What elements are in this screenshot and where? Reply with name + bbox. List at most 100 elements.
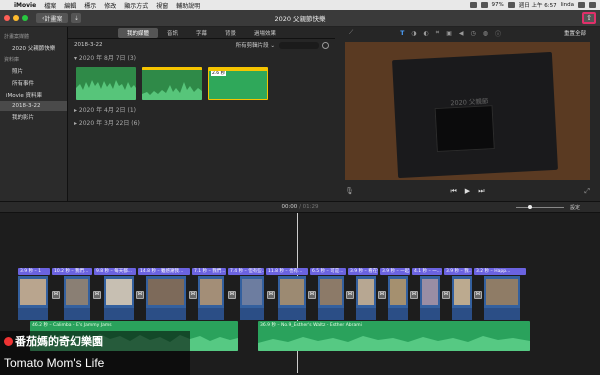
video-clip[interactable] (18, 276, 48, 320)
clock[interactable]: 週日 上午 6:57 (519, 1, 557, 9)
title-clip[interactable]: 3.9 秒 – 一起... (380, 268, 410, 275)
zoom-slider[interactable] (516, 205, 564, 209)
skip-back-icon[interactable]: ⏮ (450, 187, 456, 196)
tab-my-media[interactable]: 我的媒體 (117, 27, 158, 38)
audio-clip[interactable]: 36.9 秒 – No.9_Esther's Waltz - Esther Ab… (258, 321, 530, 351)
menu-modify[interactable]: 修改 (100, 1, 120, 10)
event-group-header[interactable]: ▸ 2020 年 4月 2日 (1) (68, 103, 335, 116)
event-group-header[interactable]: ▸ 2020 年 3月 22日 (6) (68, 116, 335, 129)
transition-icon[interactable]: ⋈ (378, 291, 386, 299)
menu-file[interactable]: 檔案 (40, 1, 60, 10)
title-clip[interactable]: 9.8 秒 – 每天都... (94, 268, 136, 275)
volume-icon[interactable]: ◀ (459, 30, 464, 37)
sidebar-item-my-movies[interactable]: 我的影片 (0, 111, 67, 123)
transition-icon[interactable]: ⋈ (442, 291, 450, 299)
video-clip[interactable] (356, 276, 376, 320)
video-clip[interactable] (240, 276, 264, 320)
clip-filter-select[interactable]: 所有剪輯片段 ⌄ (236, 41, 275, 49)
transition-icon[interactable]: ⋈ (346, 291, 354, 299)
stabilization-icon[interactable]: ▣ (446, 30, 452, 37)
share-icon[interactable]: ⇧ (582, 12, 596, 24)
tab-backgrounds[interactable]: 背景 (216, 28, 245, 38)
title-clip[interactable]: 3.9 秒 – 看在你... (348, 268, 378, 275)
transition-icon[interactable]: ⋈ (308, 291, 316, 299)
video-clip[interactable] (104, 276, 134, 320)
zoom-window-button[interactable] (22, 15, 28, 21)
volume-icon[interactable] (480, 2, 488, 8)
sidebar-item-all-events[interactable]: 所有事件 (0, 77, 67, 89)
transition-icon[interactable]: ⋈ (228, 291, 236, 299)
user-name[interactable]: linda (561, 2, 574, 8)
sidebar-item-imovie-library[interactable]: iMovie 資料庫 (0, 89, 67, 101)
microphone-icon[interactable]: 🎙 (345, 187, 354, 195)
video-clip[interactable] (198, 276, 224, 320)
menu-list-icon[interactable] (589, 2, 596, 8)
import-icon[interactable]: ⇣ (71, 13, 82, 23)
filter-icon[interactable]: ◍ (483, 30, 488, 37)
minimize-window-button[interactable] (13, 15, 19, 21)
title-clip[interactable]: 4.1 秒 – 一... (412, 268, 442, 275)
timeline-settings-button[interactable]: 設定 (570, 204, 580, 211)
menu-help[interactable]: 輔助說明 (172, 1, 204, 10)
zoom-slider-knob[interactable] (528, 205, 532, 209)
transition-icon[interactable]: ⋈ (52, 291, 60, 299)
menu-view[interactable]: 顯示方式 (120, 1, 152, 10)
media-clip-selected[interactable]: 2.6 秒 (208, 67, 268, 100)
video-clip[interactable] (64, 276, 90, 320)
media-clip[interactable] (142, 67, 202, 100)
menu-window[interactable]: 視窗 (152, 1, 172, 10)
title-clip[interactable]: 14.8 秒 – 雖感謝我... (138, 268, 190, 275)
transition-icon[interactable]: ⋈ (93, 291, 101, 299)
title-clip[interactable]: 7.4 秒 – 但有些... (228, 268, 264, 275)
wifi-icon[interactable] (469, 2, 477, 8)
transition-icon[interactable]: ⋈ (474, 291, 482, 299)
title-clip[interactable]: 3.9 秒 – 1 (18, 268, 50, 275)
color-correction-icon[interactable]: ◐ (424, 30, 429, 37)
search-input[interactable] (279, 41, 319, 49)
transition-icon[interactable]: ⋈ (267, 291, 275, 299)
title-clip[interactable]: 7.1 秒 – 我們... (192, 268, 226, 275)
reset-all-button[interactable]: 重置全部 (564, 29, 586, 37)
menu-edit[interactable]: 編輯 (60, 1, 80, 10)
tab-audio[interactable]: 音訊 (158, 28, 187, 38)
title-clip[interactable]: 3.9 秒 – 我.. (444, 268, 472, 275)
skip-forward-icon[interactable]: ⏭ (478, 187, 484, 196)
menu-mark[interactable]: 標示 (80, 1, 100, 10)
gear-icon[interactable] (322, 41, 329, 49)
video-clip[interactable] (484, 276, 520, 320)
tab-titles[interactable]: 字幕 (187, 28, 216, 38)
video-clip[interactable] (420, 276, 440, 320)
title-text-icon[interactable]: T (400, 30, 404, 37)
close-window-button[interactable] (4, 15, 10, 21)
video-clip[interactable] (146, 276, 186, 320)
battery-icon[interactable] (507, 2, 515, 8)
sidebar-item-photos[interactable]: 照片 (0, 65, 67, 77)
fullscreen-icon[interactable]: ⤢ (584, 187, 590, 196)
video-clip[interactable] (452, 276, 472, 320)
title-clip[interactable]: 6.5 秒 – 可是... (310, 268, 346, 275)
event-group-header[interactable]: ▾ 2020 年 8月 7日 (3) (68, 51, 335, 64)
video-clip[interactable] (318, 276, 344, 320)
search-icon[interactable] (578, 2, 585, 8)
title-clip[interactable]: 10.2 秒 – 我們... (52, 268, 92, 275)
title-clip[interactable]: 11.8 秒 – 也有... (266, 268, 308, 275)
video-clip[interactable] (278, 276, 306, 320)
info-icon[interactable]: ⓘ (495, 29, 501, 38)
tab-transitions[interactable]: 過場效果 (245, 28, 285, 38)
media-clip[interactable] (76, 67, 136, 100)
color-balance-icon[interactable]: ◑ (411, 30, 416, 37)
transition-icon[interactable]: ⋈ (136, 291, 144, 299)
back-label: 計畫案 (44, 15, 63, 23)
transition-icon[interactable]: ⋈ (410, 291, 418, 299)
sidebar-item-event-2018-3-22[interactable]: 2018-3-22 (0, 101, 67, 111)
transition-icon[interactable]: ⋈ (189, 291, 197, 299)
video-clip[interactable] (388, 276, 408, 320)
title-clip[interactable]: 3.2 秒 – Happ... (474, 268, 526, 275)
play-icon[interactable]: ▶ (465, 187, 470, 195)
crop-icon[interactable]: ⌗ (436, 29, 439, 37)
sidebar-item-project[interactable]: 2020 父親節快樂 (0, 42, 67, 54)
magic-wand-icon[interactable]: ⟋ (349, 29, 353, 37)
back-to-projects-button[interactable]: ‹ 計畫案 (36, 13, 69, 23)
speed-icon[interactable]: ◷ (470, 30, 475, 37)
menu-app[interactable]: iMovie (10, 2, 40, 9)
